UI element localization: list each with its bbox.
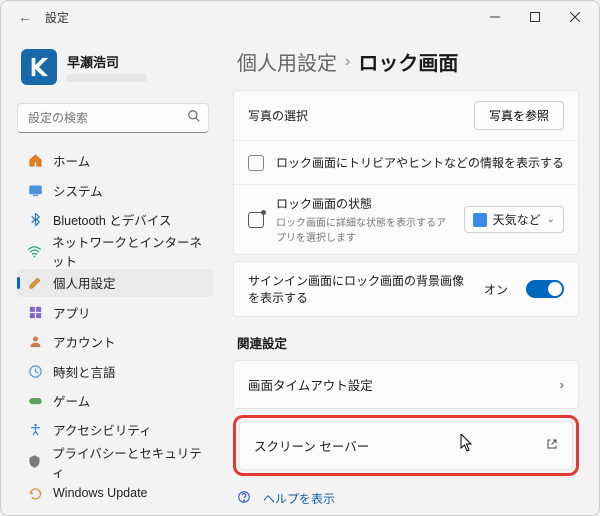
screensaver-label: スクリーン セーバー — [254, 436, 546, 455]
apps-icon — [27, 304, 43, 320]
breadcrumb: 個人用設定 › ロック画面 — [237, 47, 579, 76]
network-icon — [27, 243, 42, 259]
sidebar-item-accessibility[interactable]: アクセシビリティ — [17, 416, 213, 443]
state-title: ロック画面の状態 — [276, 195, 452, 212]
breadcrumb-parent[interactable]: 個人用設定 — [237, 47, 337, 76]
home-icon — [27, 153, 43, 169]
user-block[interactable]: 早瀬浩司 — [17, 41, 213, 99]
sidebar-item-label: ホーム — [53, 151, 90, 170]
signin-card: サインイン画面にロック画面の背景画像を表示する オン — [233, 261, 579, 317]
weather-icon — [473, 213, 487, 227]
trivia-label: ロック画面にトリビアやヒントなどの情報を表示する — [276, 154, 564, 171]
help-link[interactable]: ヘルプを表示 — [233, 484, 579, 513]
sidebar-item-label: ネットワークとインターネット — [52, 232, 203, 270]
toggle-state-label: オン — [484, 281, 508, 298]
sidebar-item-label: システム — [53, 181, 103, 200]
sidebar-item-label: アクセシビリティ — [53, 420, 152, 439]
photo-row: 写真の選択 写真を参照 — [234, 91, 578, 140]
avatar-k-icon — [28, 56, 50, 78]
sidebar-item-label: アプリ — [53, 303, 91, 322]
settings-window: ← 設定 早瀬浩司 — [0, 0, 600, 516]
user-name: 早瀬浩司 — [67, 52, 147, 71]
sidebar-item-label: Windows Update — [53, 486, 148, 500]
minimize-icon — [490, 12, 500, 22]
sidebar-item-gaming[interactable]: ゲーム — [17, 387, 213, 414]
sidebar-item-apps[interactable]: アプリ — [17, 299, 213, 326]
sidebar-item-label: プライバシーとセキュリティ — [52, 443, 203, 481]
sidebar-item-personalization[interactable]: 個人用設定 — [17, 269, 213, 296]
page-title: ロック画面 — [358, 47, 458, 76]
sidebar-item-bluetooth[interactable]: Bluetooth とデバイス — [17, 206, 213, 233]
minimize-button[interactable] — [475, 3, 515, 31]
state-select-value: 天気など — [493, 211, 541, 228]
system-icon — [27, 182, 43, 198]
sidebar-item-label: 個人用設定 — [53, 273, 116, 292]
timeout-label: 画面タイムアウト設定 — [248, 375, 560, 394]
feedback-link[interactable]: フィードバックの送信 — [233, 513, 579, 515]
update-icon — [27, 485, 43, 501]
account-icon — [27, 334, 43, 350]
browse-photo-button[interactable]: 写真を参照 — [474, 101, 564, 130]
close-button[interactable] — [555, 3, 595, 31]
titlebar: ← 設定 — [1, 1, 599, 33]
sidebar: 早瀬浩司 ホーム システム Bluetooth とデバイス — [1, 33, 221, 515]
close-icon — [570, 12, 580, 22]
sidebar-item-label: ゲーム — [53, 391, 90, 410]
sidebar-item-time[interactable]: 時刻と言語 — [17, 357, 213, 384]
screensaver-row[interactable]: スクリーン セーバー — [239, 421, 573, 470]
lock-screen-card: 写真の選択 写真を参照 ロック画面にトリビアやヒントなどの情報を表示する ロック… — [233, 90, 579, 255]
chevron-right-icon: › — [345, 53, 350, 71]
trivia-row[interactable]: ロック画面にトリビアやヒントなどの情報を表示する — [234, 140, 578, 184]
privacy-icon — [27, 454, 42, 470]
content-area: 個人用設定 › ロック画面 写真の選択 写真を参照 ロック画面にトリビアやヒント… — [221, 33, 599, 515]
sidebar-item-home[interactable]: ホーム — [17, 147, 213, 174]
sidebar-item-network[interactable]: ネットワークとインターネット — [17, 235, 213, 267]
state-row: ロック画面の状態 ロック画面に詳細な状態を表示するアプリを選択します 天気など … — [234, 184, 578, 254]
maximize-icon — [530, 12, 540, 22]
time-icon — [27, 363, 43, 379]
trivia-checkbox[interactable] — [248, 155, 264, 171]
sidebar-item-update[interactable]: Windows Update — [17, 480, 213, 507]
lock-state-icon — [248, 212, 264, 228]
signin-row: サインイン画面にロック画面の背景画像を表示する オン — [234, 262, 578, 316]
gaming-icon — [27, 393, 43, 409]
sidebar-item-label: Bluetooth とデバイス — [53, 210, 171, 229]
help-label: ヘルプを表示 — [263, 490, 335, 507]
chevron-right-icon: › — [560, 377, 564, 392]
maximize-button[interactable] — [515, 3, 555, 31]
search-icon — [187, 109, 201, 126]
sidebar-item-system[interactable]: システム — [17, 176, 213, 203]
search-box[interactable] — [17, 103, 209, 133]
back-button[interactable]: ← — [13, 9, 37, 25]
user-subline — [67, 74, 147, 82]
personalization-icon — [27, 275, 43, 291]
accessibility-icon — [27, 422, 43, 438]
sidebar-item-account[interactable]: アカウント — [17, 328, 213, 355]
avatar — [21, 49, 57, 85]
signin-toggle[interactable] — [526, 280, 564, 298]
bluetooth-icon — [27, 212, 43, 228]
search-input[interactable] — [17, 103, 209, 133]
state-subtitle: ロック画面に詳細な状態を表示するアプリを選択します — [276, 214, 452, 244]
help-icon — [237, 490, 253, 507]
related-section-title: 関連設定 — [237, 333, 579, 352]
sidebar-item-label: 時刻と言語 — [53, 362, 116, 381]
photo-label: 写真の選択 — [248, 107, 462, 124]
open-external-icon — [546, 438, 558, 453]
signin-label: サインイン画面にロック画面の背景画像を表示する — [248, 272, 472, 306]
window-title: 設定 — [37, 9, 475, 26]
timeout-row[interactable]: 画面タイムアウト設定 › — [233, 360, 579, 409]
sidebar-item-label: アカウント — [53, 332, 116, 351]
sidebar-item-privacy[interactable]: プライバシーとセキュリティ — [17, 446, 213, 478]
chevron-down-icon: ⌄ — [547, 214, 555, 225]
state-app-select[interactable]: 天気など ⌄ — [464, 206, 564, 233]
screensaver-highlight: スクリーン セーバー — [233, 415, 579, 476]
